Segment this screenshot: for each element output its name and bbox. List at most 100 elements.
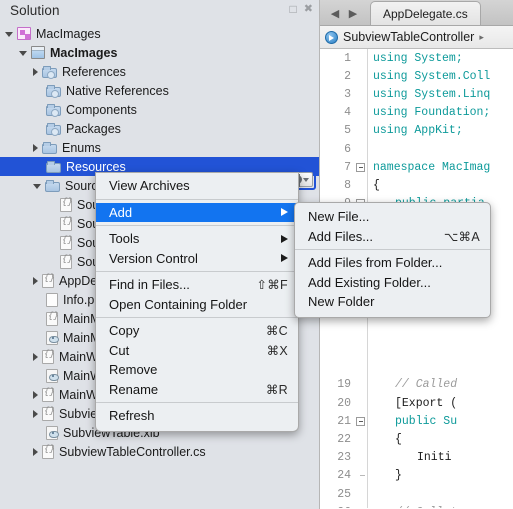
menu-item-tools[interactable]: Tools xyxy=(96,229,298,249)
menu-item-rename[interactable]: Rename ⌘R xyxy=(96,380,298,400)
menu-item-label: Add Existing Folder... xyxy=(308,274,431,290)
code-line-text: using AppKit; xyxy=(373,124,463,138)
twisty-expanded-icon[interactable] xyxy=(33,184,41,189)
tree-item-label: References xyxy=(62,64,126,79)
menu-item-label: Version Control xyxy=(109,250,198,266)
menu-item-label: Cut xyxy=(109,342,130,358)
menu-item-new-folder[interactable]: New Folder xyxy=(295,292,490,312)
breadcrumb-class-label[interactable]: SubviewTableController xyxy=(343,30,474,44)
menu-item-cut[interactable]: Cut ⌘X xyxy=(96,341,298,361)
twisty-collapsed-icon[interactable] xyxy=(33,352,38,361)
tree-item-native-references[interactable]: Native References xyxy=(0,81,319,100)
page-title: Solution xyxy=(10,3,60,18)
pin-icon[interactable]: □ xyxy=(290,3,297,15)
code-line: 22 { xyxy=(320,430,513,448)
submenu-arrow-icon xyxy=(281,234,288,243)
menu-item-label: Tools xyxy=(109,231,140,247)
nav-back-icon[interactable]: ◀ xyxy=(326,1,344,25)
tree-item-subviewtablecontroller-cs[interactable]: SubviewTableController.cs xyxy=(0,442,319,461)
code-file-icon xyxy=(42,406,55,421)
code-line: 7 namespace MacImag xyxy=(320,158,513,176)
line-number: 20 xyxy=(337,396,351,410)
close-icon[interactable]: ✖ xyxy=(304,4,313,15)
menu-item-remove[interactable]: Remove xyxy=(96,360,298,380)
menu-item-label: New File... xyxy=(308,209,370,225)
menu-item-add-existing-folder[interactable]: Add Existing Folder... xyxy=(295,273,490,293)
project-icon xyxy=(31,46,45,59)
twisty-collapsed-icon[interactable] xyxy=(33,390,38,399)
code-line-text: Initi xyxy=(417,451,452,465)
tree-item-references[interactable]: References xyxy=(0,62,319,81)
menu-separator xyxy=(96,271,298,272)
menu-item-add[interactable]: Add xyxy=(96,202,298,222)
twisty-collapsed-icon[interactable] xyxy=(33,143,38,152)
menu-item-label: Copy xyxy=(109,323,140,339)
line-number: 7 xyxy=(344,160,351,174)
tree-item-label: MacImages xyxy=(50,45,118,60)
code-line-text: // Call t xyxy=(367,506,457,508)
twisty-collapsed-icon[interactable] xyxy=(33,67,38,76)
twisty-collapsed-icon[interactable] xyxy=(33,276,38,285)
submenu-arrow-icon xyxy=(281,208,288,217)
nav-forward-icon[interactable]: ▶ xyxy=(344,1,362,25)
code-line: 23 Initi xyxy=(320,449,513,467)
menu-item-add-files-from-folder[interactable]: Add Files from Folder... xyxy=(295,253,490,273)
twisty-expanded-icon[interactable] xyxy=(19,51,27,56)
code-line: 1 using System; xyxy=(320,49,513,67)
line-number: 26 xyxy=(320,506,354,508)
menu-item-shortcut: ⌘X xyxy=(266,343,288,358)
fold-toggle-icon[interactable] xyxy=(354,162,367,172)
menu-item-new-file[interactable]: New File... xyxy=(295,207,490,227)
code-line-text: using System; xyxy=(373,51,463,65)
tree-item-enums[interactable]: Enums xyxy=(0,138,319,157)
xib-file-icon xyxy=(46,368,59,383)
tree-item-macimages[interactable]: MacImages xyxy=(0,43,319,62)
menu-item-copy[interactable]: Copy ⌘C xyxy=(96,321,298,341)
menu-item-refresh[interactable]: Refresh xyxy=(96,406,298,426)
code-file-icon xyxy=(60,235,73,250)
code-line: 26 // Call t xyxy=(320,503,513,508)
tree-item-label: Enums xyxy=(62,140,101,155)
line-number: 23 xyxy=(337,451,351,465)
menu-item-label: New Folder xyxy=(308,294,375,310)
tree-item-label: Packages xyxy=(66,121,121,136)
menu-item-find-in-files[interactable]: Find in Files... ⇧⌘F xyxy=(96,275,298,295)
code-file-icon xyxy=(42,444,55,459)
tree-item-packages[interactable]: Packages xyxy=(0,119,319,138)
menu-item-open-containing-folder[interactable]: Open Containing Folder xyxy=(96,295,298,315)
twisty-collapsed-icon[interactable] xyxy=(33,447,38,456)
line-number: 6 xyxy=(344,142,351,156)
fold-toggle-icon[interactable] xyxy=(354,416,367,426)
tree-item-label: SubviewTableController.cs xyxy=(59,444,206,459)
menu-item-label: Remove xyxy=(109,362,158,378)
twisty-collapsed-icon[interactable] xyxy=(33,409,38,418)
line-number: 22 xyxy=(337,433,351,447)
tab-appdelegate-cs[interactable]: AppDelegate.cs xyxy=(370,1,481,25)
xib-file-icon xyxy=(46,330,59,345)
code-file-icon xyxy=(42,349,55,364)
menu-separator xyxy=(96,317,298,318)
menu-item-shortcut: ⌥⌘A xyxy=(443,229,480,244)
folder-gear-icon xyxy=(46,122,61,136)
line-number: 5 xyxy=(344,124,351,138)
code-file-icon xyxy=(60,216,73,231)
code-line-text: } xyxy=(395,469,402,483)
menu-item-shortcut: ⌘C xyxy=(265,324,288,339)
tree-item-label: Components xyxy=(66,102,137,117)
menu-item-label: Open Containing Folder xyxy=(109,296,248,312)
menu-item-shortcut: ⇧⌘F xyxy=(256,278,288,293)
menu-separator xyxy=(295,249,490,250)
tree-item-components[interactable]: Components xyxy=(0,100,319,119)
code-line: 8{ xyxy=(320,176,513,194)
breadcrumb[interactable]: SubviewTableController ▸ xyxy=(320,26,513,49)
twisty-expanded-icon[interactable] xyxy=(5,32,13,37)
menu-item-label: Refresh xyxy=(109,408,155,424)
tree-item-macimages[interactable]: MacImages xyxy=(0,24,319,43)
menu-item-add-files[interactable]: Add Files... ⌥⌘A xyxy=(295,227,490,247)
menu-item-version-control[interactable]: Version Control xyxy=(96,249,298,269)
folder-gear-icon xyxy=(42,65,57,79)
plain-file-icon xyxy=(46,292,58,307)
code-line-text: namespace MacImag xyxy=(373,160,491,174)
code-line: 4 using Foundation; xyxy=(320,104,513,122)
menu-item-view-archives[interactable]: View Archives xyxy=(96,176,298,196)
